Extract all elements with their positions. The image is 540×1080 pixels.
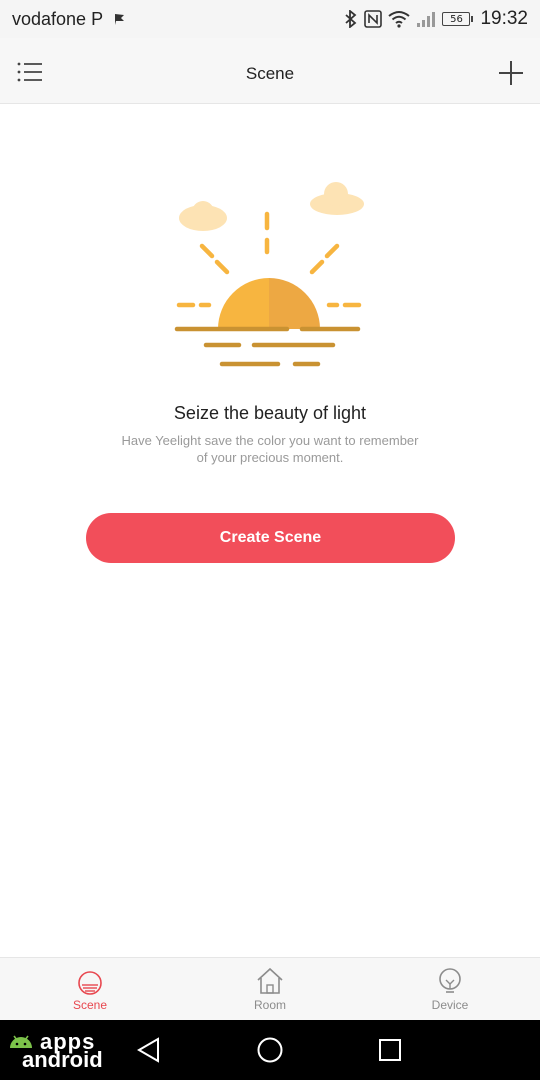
clock: 19:32 [480,8,528,29]
house-icon [257,967,283,994]
tab-label-device: Device [431,998,469,1012]
status-bar: vodafone P 56 19:32 [0,0,540,38]
empty-state-description: Have Yeelight save the color you want to… [121,433,419,465]
bottom-tab-bar: Scene Room Device [0,957,540,1020]
scene-icon [78,971,102,995]
page-title: Scene [245,64,295,83]
nfc-icon [364,10,383,28]
bluetooth-icon [345,10,357,28]
tab-device[interactable]: Device [360,958,540,1020]
recent-apps-icon[interactable] [378,1038,402,1062]
carrier-name: vodafone P [12,8,104,29]
tab-label-room: Room [253,998,286,1012]
empty-state-headline: Seize the beauty of light [173,403,367,423]
home-icon[interactable] [256,1036,284,1064]
app-header: Scene [0,38,540,104]
watermark-logo: apps android [6,1029,106,1072]
battery-indicator: 56 [442,12,474,26]
left-cloud-icon [179,201,227,231]
flag-icon [115,14,125,25]
system-nav-bar: apps android [0,1020,540,1080]
right-cloud-icon [310,182,364,215]
create-scene-button[interactable]: Create Scene [86,513,455,563]
horizon-lines [174,326,361,367]
status-icons: 56 19:32 [344,8,528,30]
bulb-icon [439,968,461,993]
tab-room[interactable]: Room [180,958,360,1020]
wifi-icon [388,11,411,28]
plus-icon[interactable] [498,60,524,86]
tab-label-scene: Scene [72,998,108,1012]
signal-icon [417,12,436,27]
tab-scene[interactable]: Scene [0,958,180,1020]
watermark-text-android: android [22,1047,103,1072]
sunset-icon [174,182,364,367]
back-icon[interactable] [136,1037,162,1063]
